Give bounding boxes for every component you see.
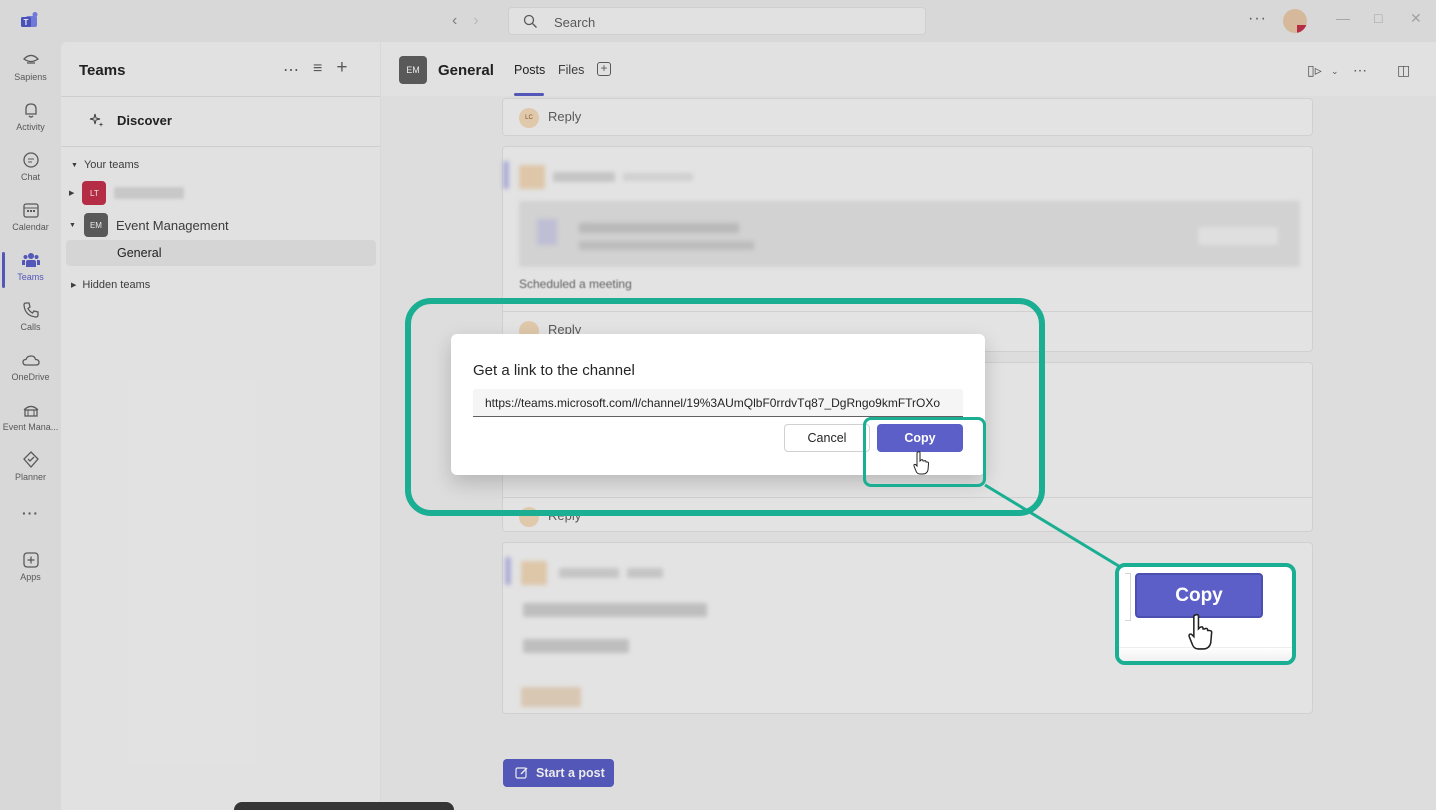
callout-connector: [984, 483, 1123, 570]
hand-cursor-icon: [913, 451, 930, 475]
hand-cursor-large-icon: [1188, 613, 1213, 650]
